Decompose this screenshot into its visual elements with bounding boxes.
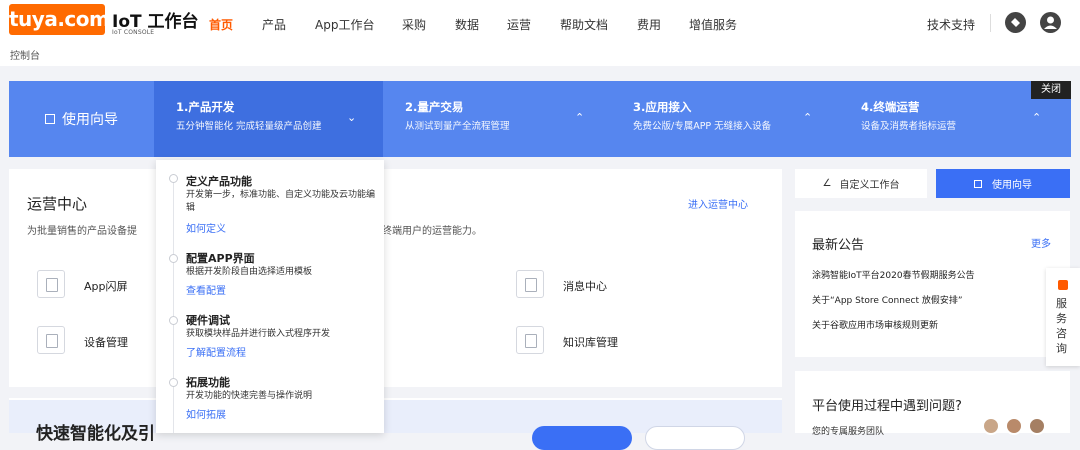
promo-primary-button[interactable]: [532, 426, 632, 450]
custom-workbench-label: 自定义工作台: [839, 180, 900, 191]
chevron-down-icon: ⌄: [347, 111, 357, 124]
announcement-more-link[interactable]: 更多: [1031, 235, 1051, 250]
user-avatar-icon[interactable]: [1040, 12, 1061, 33]
brand-subtitle: IoT CONSOLE: [112, 29, 155, 36]
service-avatar: [982, 417, 1000, 435]
config-flow-link[interactable]: 了解配置流程: [186, 344, 246, 359]
close-guide-button[interactable]: 关闭: [1031, 81, 1071, 99]
service-consult-label: 服务咨询: [1056, 297, 1067, 355]
service-avatar: [1005, 417, 1023, 435]
chevron-up-icon: ⌃: [803, 111, 813, 124]
help-subtitle: 您的专属服务团队: [812, 427, 885, 437]
chat-icon: [1058, 280, 1068, 290]
dd-item-desc: 开发功能的快速完善与操作说明: [186, 391, 313, 401]
promo-title: 快速智能化及引: [36, 424, 155, 444]
usage-guide-label: 使用向导: [992, 180, 1032, 191]
ops-item-message-center[interactable]: 消息中心: [563, 278, 607, 294]
ops-item-device-mgmt[interactable]: 设备管理: [84, 334, 128, 350]
dd-item-title: 配置APP界面: [186, 252, 255, 265]
announcement-item[interactable]: 关于谷歌应用市场审核规则更新: [812, 318, 938, 331]
guide-left[interactable]: 使用向导: [9, 81, 154, 157]
dd-item-desc: 开发第一步，标准功能、自定义功能及云功能编辑: [186, 190, 376, 213]
nav-billing[interactable]: 费用: [637, 16, 661, 33]
ops-title: 运营中心: [27, 195, 88, 213]
timeline-dot: [169, 316, 178, 325]
custom-workbench-button[interactable]: ∠ 自定义工作台: [795, 169, 927, 198]
ops-desc-left: 为批量销售的产品设备提: [27, 226, 137, 237]
nav-app-workbench[interactable]: App工作台: [315, 16, 374, 33]
guide-icon: [974, 179, 982, 188]
nav-purchase[interactable]: 采购: [402, 16, 426, 33]
promo-secondary-button[interactable]: [645, 426, 745, 450]
chevron-up-icon: ⌃: [1032, 111, 1042, 124]
timeline-line: [173, 178, 174, 433]
top-header: tuya.com IoT 工作台 IoT CONSOLE 控制台 首页 产品 A…: [0, 0, 1080, 66]
nav-operations[interactable]: 运营: [507, 16, 531, 33]
nav-product[interactable]: 产品: [262, 16, 286, 33]
view-config-link[interactable]: 查看配置: [186, 282, 226, 297]
ops-item-app-splash[interactable]: App闪屏: [84, 278, 128, 294]
guide-step-product-dev[interactable]: 1.产品开发 五分钟智能化 完成轻量级产品创建 ⌄: [154, 81, 383, 157]
device-icon: [37, 326, 65, 354]
guide-book-icon: [45, 114, 55, 124]
announcement-item[interactable]: 关于“App Store Connect 放假安排”: [812, 293, 963, 306]
nav-value-added[interactable]: 增值服务: [689, 16, 737, 33]
announcement-item[interactable]: 涂鸦智能IoT平台2020春节假期服务公告: [812, 268, 975, 281]
nav-help-docs[interactable]: 帮助文档: [560, 16, 608, 33]
how-to-define-link[interactable]: 如何定义: [186, 220, 226, 235]
dd-item-title: 拓展功能: [186, 376, 230, 389]
guide-step-app-access[interactable]: 3.应用接入 免费公版/专属APP 无缝接入设备 ⌃: [611, 81, 839, 157]
ops-desc-right: 终端用户的运营能力。: [382, 226, 482, 237]
help-title: 平台使用过程中遇到问题?: [812, 399, 962, 414]
usage-guide-bar: 使用向导 1.产品开发 五分钟智能化 完成轻量级产品创建 ⌄ 2.量产交易 从测…: [9, 81, 1071, 157]
guide-step-mass-production[interactable]: 2.量产交易 从测试到量产全流程管理 ⌃: [383, 81, 611, 157]
guide-left-label: 使用向导: [62, 112, 118, 128]
ops-item-knowledge-base[interactable]: 知识库管理: [563, 334, 618, 350]
chevron-up-icon: ⌃: [575, 111, 585, 124]
nav-home[interactable]: 首页: [209, 16, 233, 33]
announcement-card: [795, 211, 1070, 357]
usage-guide-button[interactable]: 使用向导: [936, 169, 1070, 198]
messages-icon[interactable]: [1005, 12, 1026, 33]
message-icon: [516, 270, 544, 298]
timeline-dot: [169, 174, 178, 183]
tuya-logo[interactable]: tuya.com: [9, 4, 110, 35]
service-consult-tab[interactable]: 服务咨询: [1046, 268, 1080, 366]
edit-icon: ∠: [822, 178, 832, 189]
book-icon: [516, 326, 544, 354]
timeline-dot: [169, 378, 178, 387]
dd-item-title: 硬件调试: [186, 314, 230, 327]
announcement-title: 最新公告: [812, 238, 865, 253]
header-divider: [990, 14, 991, 32]
splash-screen-icon: [37, 270, 65, 298]
product-dev-dropdown: 定义产品功能 开发第一步，标准功能、自定义功能及云功能编辑 如何定义 配置APP…: [156, 160, 384, 433]
how-to-extend-link[interactable]: 如何拓展: [186, 406, 226, 421]
dd-item-title: 定义产品功能: [186, 175, 252, 188]
enter-ops-center-link[interactable]: 进入运营中心: [688, 196, 748, 211]
service-avatar: [1028, 417, 1046, 435]
breadcrumb[interactable]: 控制台: [10, 47, 40, 62]
timeline-dot: [169, 254, 178, 263]
dd-item-desc: 根据开发阶段自由选择适用模板: [186, 267, 313, 277]
tech-support-link[interactable]: 技术支持: [927, 16, 975, 33]
nav-data[interactable]: 数据: [455, 16, 479, 33]
dd-item-desc: 获取模块样品并进行嵌入式程序开发: [186, 329, 331, 339]
